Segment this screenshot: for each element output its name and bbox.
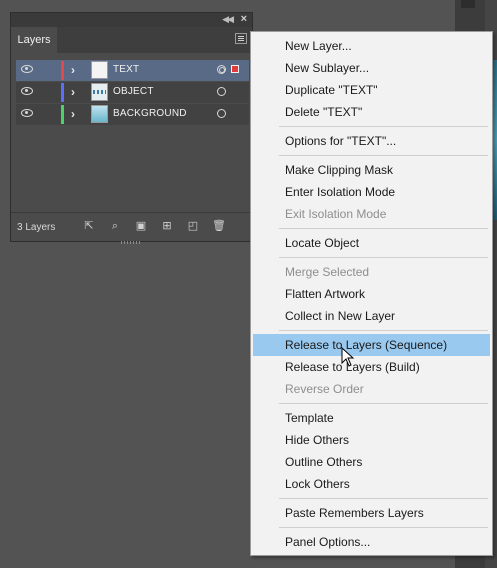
menu-divider xyxy=(279,228,488,229)
panel-menu-icon[interactable] xyxy=(235,33,247,44)
menu-divider xyxy=(279,257,488,258)
menu-item-reverse-order: Reverse Order xyxy=(285,382,364,396)
menu-item-flatten-artwork[interactable]: Flatten Artwork xyxy=(251,283,492,305)
visibility-eye-icon[interactable] xyxy=(21,87,33,95)
layer-thumbnail xyxy=(91,83,108,101)
layers-flyout-menu: New Layer... New Sublayer... Duplicate "… xyxy=(250,31,493,556)
clipping-mask-icon[interactable]: ▣ xyxy=(135,220,147,232)
target-indicator-icon[interactable] xyxy=(217,87,226,96)
menu-item-release-to-layers-build[interactable]: Release to Layers (Build) xyxy=(251,356,492,378)
layer-name: BACKGROUND xyxy=(113,108,187,119)
menu-item-exit-isolation-mode: Exit Isolation Mode xyxy=(285,207,387,221)
layer-row-background[interactable]: › BACKGROUND xyxy=(16,104,249,125)
layer-color-bar xyxy=(61,61,64,80)
layer-count: 3 Layers xyxy=(17,222,56,233)
locate-object-icon[interactable]: ⌕ xyxy=(109,220,121,232)
layer-row-text[interactable]: › TEXT xyxy=(16,60,249,81)
close-panel-icon[interactable]: × xyxy=(241,13,247,25)
visibility-eye-icon[interactable] xyxy=(21,109,33,117)
target-indicator-icon[interactable] xyxy=(217,65,226,74)
layer-thumbnail xyxy=(91,105,108,123)
menu-divider xyxy=(279,403,488,404)
menu-item-delete[interactable]: Delete "TEXT" xyxy=(251,101,492,123)
mouse-cursor-icon xyxy=(341,347,355,367)
menu-item-enter-isolation-mode[interactable]: Enter Isolation Mode xyxy=(251,181,492,203)
visibility-eye-icon[interactable] xyxy=(21,65,33,73)
layer-color-bar xyxy=(61,83,64,102)
trash-icon[interactable]: 🗑 xyxy=(212,220,226,232)
menu-item-paste-remembers-layers[interactable]: Paste Remembers Layers xyxy=(251,502,492,524)
layer-thumbnail xyxy=(91,61,108,79)
layer-color-bar xyxy=(61,105,64,124)
export-icon[interactable]: ⇱ xyxy=(83,220,95,232)
menu-item-panel-options[interactable]: Panel Options... xyxy=(251,531,492,553)
new-layer-icon[interactable]: ◰ xyxy=(187,220,199,232)
collapse-panel-icon[interactable]: ◀◀ xyxy=(222,14,234,25)
panel-footer: 3 Layers ⇱ ⌕ ▣ ⊞ ◰ 🗑 xyxy=(11,212,252,241)
layers-list: › TEXT › OBJECT › BACKGROUND xyxy=(16,60,249,126)
menu-item-locate-object[interactable]: Locate Object xyxy=(251,232,492,254)
panel-tabbar: Layers xyxy=(11,27,252,53)
menu-item-options[interactable]: Options for "TEXT"... xyxy=(251,130,492,152)
menu-item-template[interactable]: Template xyxy=(251,407,492,429)
menu-divider xyxy=(279,527,488,528)
expand-chevron-icon[interactable]: › xyxy=(71,85,75,99)
menu-item-outline-others[interactable]: Outline Others xyxy=(251,451,492,473)
panel-resize-grip[interactable] xyxy=(121,241,141,244)
layer-name: TEXT xyxy=(113,64,140,75)
menu-item-duplicate[interactable]: Duplicate "TEXT" xyxy=(251,79,492,101)
selection-indicator-icon[interactable] xyxy=(231,65,239,73)
expand-chevron-icon[interactable]: › xyxy=(71,63,75,77)
menu-divider xyxy=(279,330,488,331)
menu-item-release-to-layers-sequence[interactable]: Release to Layers (Sequence) xyxy=(253,334,490,356)
menu-item-collect-in-new-layer[interactable]: Collect in New Layer xyxy=(251,305,492,327)
menu-item-make-clipping-mask[interactable]: Make Clipping Mask xyxy=(251,159,492,181)
menu-item-new-sublayer[interactable]: New Sublayer... xyxy=(251,57,492,79)
target-indicator-icon[interactable] xyxy=(217,109,226,118)
panel-titlebar[interactable]: ◀◀ × xyxy=(11,13,252,27)
layer-name: OBJECT xyxy=(113,86,154,97)
app-edge-strip xyxy=(461,0,475,8)
layers-panel: ◀◀ × Layers › TEXT › OBJECT › BACKGROUND… xyxy=(10,12,253,244)
menu-divider xyxy=(279,126,488,127)
menu-divider xyxy=(279,155,488,156)
menu-item-new-layer[interactable]: New Layer... xyxy=(251,35,492,57)
layer-row-object[interactable]: › OBJECT xyxy=(16,82,249,103)
expand-chevron-icon[interactable]: › xyxy=(71,107,75,121)
menu-item-hide-others[interactable]: Hide Others xyxy=(251,429,492,451)
menu-item-lock-others[interactable]: Lock Others xyxy=(251,473,492,495)
menu-divider xyxy=(279,498,488,499)
tab-layers[interactable]: Layers xyxy=(11,27,57,53)
menu-item-merge-selected: Merge Selected xyxy=(285,265,370,279)
new-sublayer-icon[interactable]: ⊞ xyxy=(161,220,173,232)
